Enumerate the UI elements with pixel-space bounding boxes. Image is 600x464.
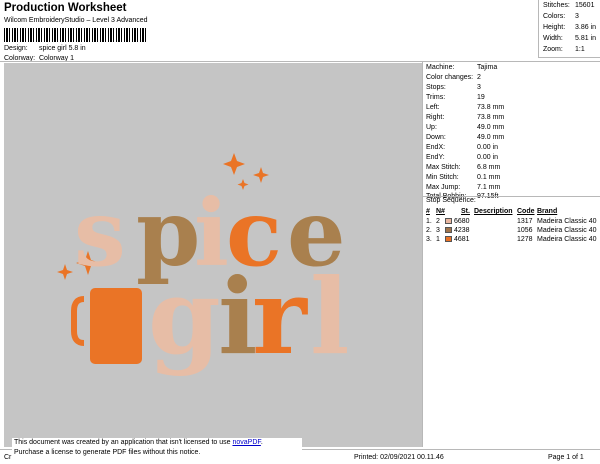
- design-row: Design: spice girl 5.8 in: [4, 45, 86, 52]
- page-title: Production Worksheet: [4, 2, 127, 14]
- stat-colors: Colors: 3: [543, 13, 579, 20]
- stat-zoom: Zoom: 1:1: [543, 46, 585, 53]
- page-number: Page 1 of 1: [548, 454, 584, 461]
- row-needle: 1: [436, 236, 440, 243]
- col-header-num: #: [426, 208, 430, 215]
- row-brand: Madeira Classic 40: [537, 227, 597, 234]
- row-code: 4238: [454, 227, 470, 234]
- prop-row: Down: 49.0 mm: [426, 134, 505, 141]
- prop-row: Up: 49.0 mm: [426, 124, 505, 131]
- row-num: 2.: [426, 227, 432, 234]
- color-swatch: [445, 236, 452, 242]
- license-notice: This document was created by an applicat…: [12, 438, 302, 460]
- prop-row: Trims: 19: [426, 94, 485, 101]
- prop-row: Max Stitch: 6.8 mm: [426, 164, 501, 171]
- prop-row: Left: 73.8 mm: [426, 104, 505, 111]
- col-header-n: N#: [436, 208, 445, 215]
- mug-icon: [71, 288, 142, 364]
- stats-box: Stitches: 15601 Colors: 3 Height: 3.86 in W…: [538, 0, 600, 58]
- design-label: Design:: [4, 45, 28, 52]
- embroidery-artwork: s p i c e g i r l: [57, 153, 350, 378]
- row-num: 1.: [426, 218, 432, 225]
- footer-left: Cr: [4, 454, 12, 461]
- col-header-description: Description: [474, 208, 513, 215]
- color-swatch: [445, 227, 452, 233]
- machine-properties: Machine: Tajima Color changes: 2 Stops: 3 T…: [422, 62, 600, 447]
- prop-row: Min Stitch: 0.1 mm: [426, 174, 501, 181]
- letter-l: l: [310, 255, 350, 378]
- letter-s: s: [74, 179, 126, 287]
- prop-row: Color changes: 2: [426, 74, 481, 81]
- prop-row: EndY: 0.00 in: [426, 154, 499, 161]
- row-brand: Madeira Classic 40: [537, 218, 597, 225]
- row-stitches: 1317: [517, 218, 533, 225]
- prop-row: Machine: Tajima: [426, 64, 498, 71]
- row-stitches: 1278: [517, 236, 533, 243]
- printed-date: Printed: 02/09/2021 00.11.46: [354, 454, 444, 461]
- row-brand: Madeira Classic 40: [537, 236, 597, 243]
- row-num: 3.: [426, 236, 432, 243]
- row-code: 6680: [454, 218, 470, 225]
- col-header-brand: Brand: [537, 208, 558, 215]
- sparkle-icon: [57, 264, 73, 280]
- design-preview: s p i c e g i r l: [4, 63, 422, 447]
- col-header-st: St.: [461, 208, 470, 215]
- stop-sequence-title: Stop Sequence:: [426, 197, 476, 204]
- prop-row: Stops: 3: [426, 84, 481, 91]
- notice-line-1: This document was created by an applicat…: [14, 439, 263, 446]
- col-header-code: Code: [517, 208, 535, 215]
- color-swatch: [445, 218, 452, 224]
- notice-line-2: Purchase a license to generate PDF files…: [14, 449, 201, 456]
- novapdf-link[interactable]: novaPDF: [232, 439, 260, 446]
- prop-row: Max Jump: 7.1 mm: [426, 184, 501, 191]
- stat-width: Width: 5.81 in: [543, 35, 597, 42]
- letter-g: g: [148, 255, 221, 378]
- barcode: [4, 28, 146, 42]
- letter-r: r: [252, 255, 308, 378]
- stat-stitches: Stitches: 15601: [543, 2, 595, 9]
- prop-row: Right: 73.8 mm: [426, 114, 505, 121]
- row-stitches: 1056: [517, 227, 533, 234]
- row-needle: 2: [436, 218, 440, 225]
- row-code: 4681: [454, 236, 470, 243]
- prop-row: EndX: 0.00 in: [426, 144, 499, 151]
- sparkle-icon: [223, 153, 245, 175]
- stat-height: Height: 3.86 in: [543, 24, 597, 31]
- design-value: spice girl 5.8 in: [39, 45, 86, 52]
- software-name: Wilcom EmbroideryStudio – Level 3 Advanc…: [4, 17, 148, 24]
- row-needle: 3: [436, 227, 440, 234]
